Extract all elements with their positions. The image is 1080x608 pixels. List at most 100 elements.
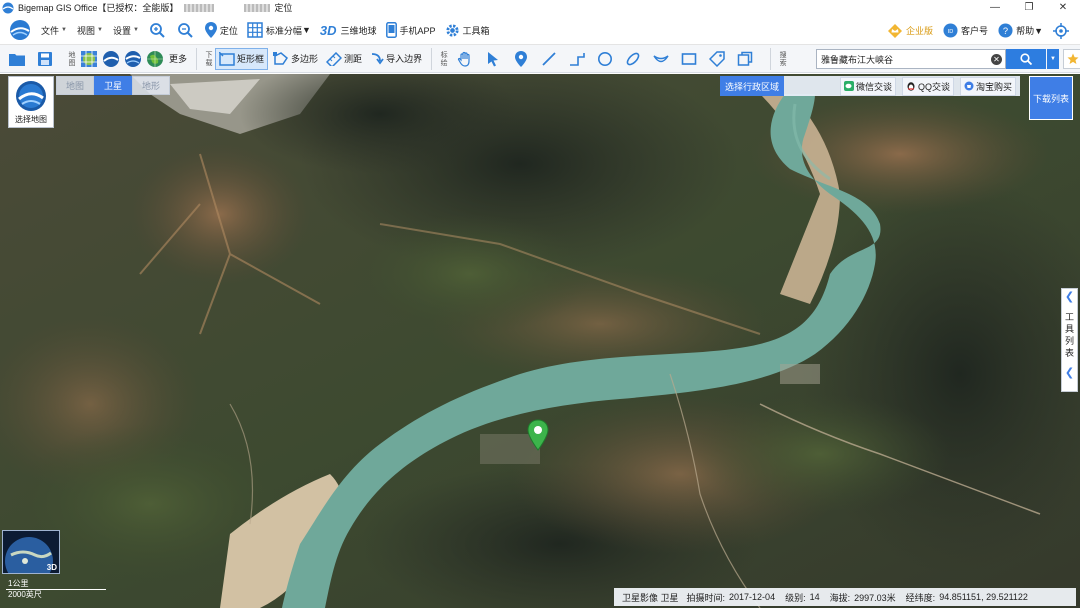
tool-list-label: 工具列表 bbox=[1064, 312, 1074, 358]
download-list-button[interactable]: 下载列表 bbox=[1029, 76, 1073, 120]
star-icon bbox=[1067, 53, 1079, 64]
status-level-label: 级别: bbox=[785, 592, 806, 603]
clear-icon[interactable]: ✕ bbox=[991, 54, 1002, 65]
search-button[interactable] bbox=[1006, 49, 1046, 69]
map-source-3-button[interactable] bbox=[122, 48, 144, 70]
chevron-down-icon: ▼ bbox=[301, 25, 311, 35]
close-button[interactable]: ✕ bbox=[1046, 0, 1080, 15]
draw-polyline-button[interactable] bbox=[566, 48, 588, 70]
import-boundary-button[interactable]: 导入边界 bbox=[367, 48, 425, 70]
map-source-4-button[interactable] bbox=[144, 48, 166, 70]
app-logo-icon bbox=[2, 2, 14, 13]
tab-map[interactable]: 地图 bbox=[56, 76, 94, 95]
rectangle-select-label: 矩形框 bbox=[237, 54, 265, 64]
menu-settings[interactable]: 设置 ▼ bbox=[113, 24, 139, 37]
svg-text:ID: ID bbox=[948, 29, 954, 35]
pan-hand-button[interactable] bbox=[454, 48, 476, 70]
search-input-value: 雅鲁藏布江大峡谷 bbox=[821, 54, 894, 65]
account-button[interactable]: ID 客户号 bbox=[943, 23, 988, 38]
map-source-1-button[interactable] bbox=[78, 48, 100, 70]
draw-note-button[interactable] bbox=[734, 48, 756, 70]
open-folder-button[interactable] bbox=[6, 48, 28, 70]
zoom-in-button[interactable] bbox=[149, 22, 168, 38]
map-marker-icon[interactable] bbox=[526, 419, 550, 451]
chevron-down-icon: ▼ bbox=[132, 27, 139, 33]
locate-label: 定位 bbox=[219, 25, 238, 36]
globe-icon bbox=[125, 50, 141, 67]
qq-chat-button[interactable]: QQ交谈 bbox=[901, 76, 954, 96]
menu-file-label: 文件 bbox=[41, 25, 60, 36]
three-d-globe-label: 三维地球 bbox=[340, 25, 377, 36]
tab-terrain[interactable]: 地形 bbox=[132, 76, 170, 95]
mark-point-button[interactable] bbox=[510, 48, 532, 70]
taobao-buy-button[interactable]: 淘宝购买 bbox=[959, 76, 1016, 96]
status-capture-label: 拍摄时间: bbox=[686, 592, 726, 603]
search-icon bbox=[1020, 53, 1032, 65]
chevron-left-icon[interactable]: ❮ bbox=[1065, 289, 1074, 305]
toolbox-button[interactable]: 工具箱 bbox=[445, 23, 490, 38]
bigemap-logo-icon[interactable] bbox=[9, 19, 31, 41]
chevron-down-icon: ▼ bbox=[1034, 25, 1043, 36]
overview-globe-button[interactable]: 3D bbox=[2, 530, 60, 574]
draw-line-button[interactable] bbox=[538, 48, 560, 70]
draw-ellipse-button[interactable] bbox=[622, 48, 644, 70]
wechat-icon bbox=[843, 81, 854, 91]
group-label-mark: 标绘 bbox=[440, 50, 448, 67]
mobile-app-label: 手机APP bbox=[399, 25, 436, 36]
search-input[interactable]: 雅鲁藏布江大峡谷 ✕ bbox=[816, 49, 1006, 69]
wechat-chat-button[interactable]: 微信交谈 bbox=[839, 76, 896, 96]
map-selector-button[interactable]: 选择地图 bbox=[8, 76, 54, 128]
std-division-label: 标准分幅 bbox=[265, 25, 302, 36]
satellite-imagery bbox=[0, 74, 1080, 608]
chevron-down-icon: ▼ bbox=[1050, 56, 1056, 62]
help-button[interactable]: ? 帮助 ▼ bbox=[998, 23, 1043, 38]
maximize-button[interactable]: ❐ bbox=[1012, 0, 1046, 15]
three-d-globe-button[interactable]: 3D 三维地球 bbox=[320, 23, 377, 38]
window-controls: — ❐ ✕ bbox=[978, 0, 1080, 15]
minimize-button[interactable]: — bbox=[978, 0, 1012, 15]
tool-list-panel[interactable]: ❮ 工具列表 ❮ bbox=[1061, 288, 1078, 392]
std-division-button[interactable]: 标准分幅 ▼ bbox=[247, 22, 311, 38]
measure-label: 测距 bbox=[344, 54, 363, 64]
menu-view-label: 视图 bbox=[76, 25, 95, 36]
earth-icon bbox=[147, 50, 163, 67]
draw-label-button[interactable] bbox=[706, 48, 728, 70]
menu-file[interactable]: 文件 ▼ bbox=[41, 24, 67, 37]
menu-view[interactable]: 视图 ▼ bbox=[77, 24, 103, 37]
status-layer: 卫星影像 卫星 bbox=[622, 592, 679, 603]
target-button[interactable] bbox=[1053, 22, 1072, 39]
three-d-icon: 3D bbox=[319, 22, 337, 38]
redacted-text-2 bbox=[244, 3, 271, 12]
map-source-2-button[interactable] bbox=[100, 48, 122, 70]
measure-button[interactable]: 测距 bbox=[323, 48, 365, 70]
arc-icon bbox=[653, 54, 669, 62]
toolbar-divider bbox=[196, 47, 198, 70]
toolbar-divider bbox=[431, 47, 433, 70]
zoom-out-button[interactable] bbox=[177, 22, 196, 38]
cursor-arrow-icon bbox=[488, 51, 499, 66]
draw-arc-button[interactable] bbox=[650, 48, 672, 70]
crown-badge-icon bbox=[888, 23, 903, 38]
account-label: 客户号 bbox=[961, 26, 989, 36]
save-button[interactable] bbox=[34, 48, 56, 70]
rectangle-select-button[interactable]: 矩形框 bbox=[215, 47, 269, 70]
enterprise-label: 企业版 bbox=[906, 26, 934, 36]
locate-button[interactable]: 定位 bbox=[204, 22, 238, 38]
enterprise-button[interactable]: 企业版 bbox=[887, 23, 933, 39]
polygon-select-button[interactable]: 多边形 bbox=[270, 48, 321, 70]
favorites-button[interactable] bbox=[1063, 49, 1080, 69]
draw-rectangle-button[interactable] bbox=[678, 48, 700, 70]
scale-ft-label: 2000英尺 bbox=[8, 590, 42, 599]
select-region-button[interactable]: 选择行政区域 bbox=[720, 76, 785, 96]
chevron-down-icon: ▼ bbox=[96, 27, 103, 33]
tab-satellite[interactable]: 卫星 bbox=[94, 76, 132, 95]
select-arrow-button[interactable] bbox=[482, 48, 504, 70]
more-maps-button[interactable]: 更多 bbox=[166, 48, 190, 70]
map-type-tabs: 地图 卫星 地形 bbox=[56, 76, 170, 95]
status-altitude-label: 海拔: bbox=[829, 592, 851, 603]
search-options-button[interactable]: ▼ bbox=[1047, 49, 1059, 69]
draw-circle-button[interactable] bbox=[594, 48, 616, 70]
map-canvas[interactable]: 选择地图 地图 卫星 地形 选择行政区域 微信交谈 QQ交谈 淘宝购买 下载列表… bbox=[0, 74, 1080, 608]
mobile-app-button[interactable]: 手机APP bbox=[385, 22, 436, 38]
chevron-left-icon[interactable]: ❮ bbox=[1065, 365, 1074, 381]
